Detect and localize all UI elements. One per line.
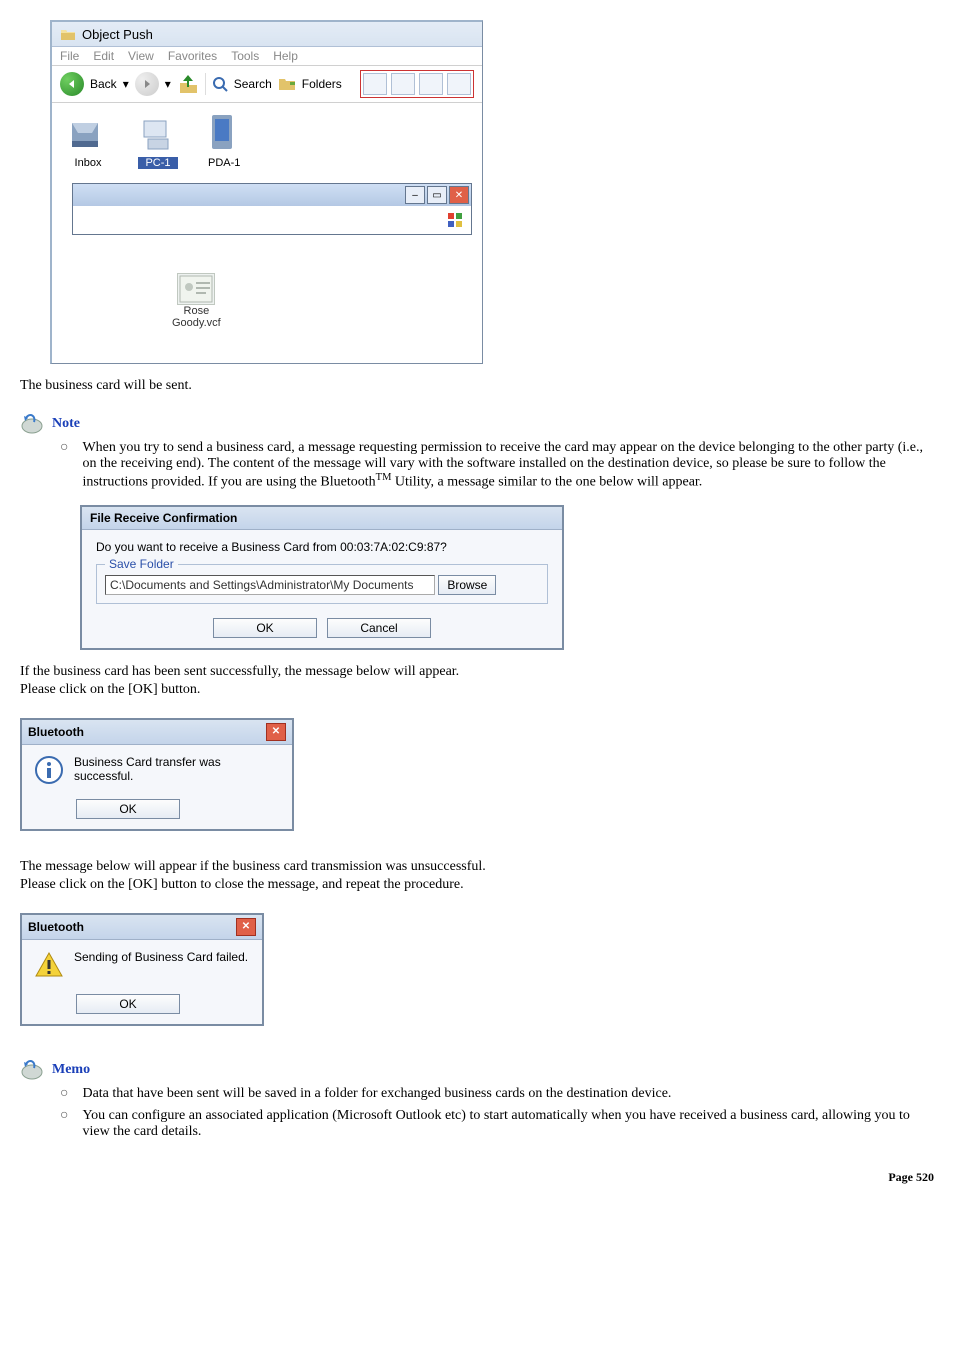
search-icon[interactable] (212, 76, 228, 92)
pda-icon (208, 113, 236, 153)
ok-button[interactable]: OK (76, 799, 180, 819)
save-path-input[interactable]: C:\Documents and Settings\Administrator\… (105, 575, 435, 595)
memo-heading: Memo (52, 1062, 90, 1078)
memo-heading-row: Memo (20, 1060, 934, 1080)
forward-button[interactable] (135, 72, 159, 96)
menu-file[interactable]: File (60, 49, 79, 63)
messagebox-text: Business Card transfer was successful. (74, 755, 280, 783)
ok-button[interactable]: OK (76, 994, 180, 1014)
up-folder-icon[interactable] (177, 73, 199, 95)
child-window: ‒ ▭ ✕ (72, 183, 472, 235)
maximize-icon[interactable]: ▭ (427, 186, 447, 204)
body-paragraph: The message below will appear if the bus… (20, 859, 934, 875)
body-paragraph: If the business card has been sent succe… (20, 664, 934, 680)
menubar: File Edit View Favorites Tools Help (52, 47, 482, 66)
ok-button[interactable]: OK (213, 618, 317, 638)
note-heading: Note (52, 416, 80, 432)
pda-label: PDA-1 (208, 157, 240, 169)
memo-item-text: You can configure an associated applicat… (82, 1108, 934, 1140)
fail-messagebox: Bluetooth ✕ Sending of Business Card fai… (20, 913, 264, 1026)
warning-icon (34, 950, 64, 980)
info-icon (34, 755, 64, 785)
minimize-icon[interactable]: ‒ (405, 186, 425, 204)
browse-button[interactable]: Browse (438, 575, 496, 595)
success-messagebox: Bluetooth ✕ Business Card transfer was s… (20, 718, 294, 831)
inbox-icon (68, 117, 108, 153)
computer-icon (138, 117, 178, 153)
menu-tools[interactable]: Tools (231, 49, 259, 63)
note-icon (20, 414, 44, 434)
file-receive-dialog: File Receive Confirmation Do you want to… (80, 505, 564, 650)
body-paragraph: Please click on the [OK] button. (20, 682, 934, 698)
menu-view[interactable]: View (128, 49, 154, 63)
dialog-title: File Receive Confirmation (82, 507, 562, 530)
menu-edit[interactable]: Edit (93, 49, 114, 63)
search-label: Search (234, 77, 272, 91)
bullet-marker: ○ (60, 1086, 68, 1102)
back-button[interactable] (60, 72, 84, 96)
page-footer: Page 520 (20, 1170, 934, 1185)
body-paragraph: Please click on the [OK] button to close… (20, 877, 934, 893)
view-mode-buttons (360, 70, 474, 98)
pc-item[interactable]: PC-1 (138, 117, 178, 169)
folders-label: Folders (302, 77, 342, 91)
view-thumb-icon[interactable] (363, 73, 387, 95)
note-heading-row: Note (20, 414, 934, 434)
save-folder-legend: Save Folder (105, 557, 178, 571)
view-tile-icon[interactable] (391, 73, 415, 95)
explorer-content: Inbox PC-1 PDA-1 ‒ ▭ ✕ (52, 103, 482, 363)
vcard-icon (177, 273, 215, 305)
windows-flag-icon (447, 212, 463, 228)
bullet-marker: ○ (60, 440, 68, 491)
messagebox-title: Bluetooth (28, 725, 84, 739)
view-list-icon[interactable] (447, 73, 471, 95)
note-icon (20, 1060, 44, 1080)
inbox-label: Inbox (68, 157, 108, 169)
explorer-titlebar: Object Push (52, 22, 482, 47)
close-icon[interactable]: ✕ (449, 186, 469, 204)
menu-favorites[interactable]: Favorites (168, 49, 217, 63)
back-label: Back (90, 77, 117, 91)
save-folder-group: Save Folder C:\Documents and Settings\Ad… (96, 564, 548, 604)
close-icon[interactable]: ✕ (266, 723, 286, 741)
view-icons-icon[interactable] (419, 73, 443, 95)
pda-item[interactable]: PDA-1 (208, 113, 240, 169)
toolbar: Back ▾ ▾ Search Folders (52, 66, 482, 103)
messagebox-title: Bluetooth (28, 920, 84, 934)
vcf-label: Rose Goody.vcf (172, 305, 221, 329)
cancel-button[interactable]: Cancel (327, 618, 431, 638)
inbox-item[interactable]: Inbox (68, 117, 108, 169)
note-item-text: When you try to send a business card, a … (82, 440, 934, 491)
bullet-marker: ○ (60, 1108, 68, 1140)
messagebox-text: Sending of Business Card failed. (74, 950, 248, 964)
body-paragraph: The business card will be sent. (20, 378, 934, 394)
memo-item-text: Data that have been sent will be saved i… (82, 1086, 934, 1102)
explorer-window: Object Push File Edit View Favorites Too… (50, 20, 483, 364)
menu-help[interactable]: Help (273, 49, 298, 63)
explorer-title: Object Push (82, 27, 153, 42)
dialog-question: Do you want to receive a Business Card f… (96, 540, 548, 554)
pc-label: PC-1 (138, 157, 178, 169)
vcf-file-item[interactable]: Rose Goody.vcf (172, 273, 221, 329)
folders-icon[interactable] (278, 76, 296, 92)
folder-app-icon (60, 26, 76, 42)
close-icon[interactable]: ✕ (236, 918, 256, 936)
